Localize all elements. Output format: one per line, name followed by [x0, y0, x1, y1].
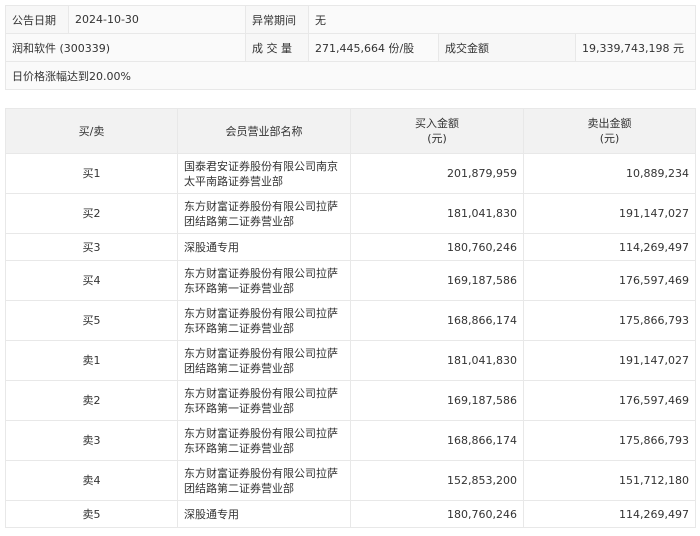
header-branch: 会员营业部名称 [177, 108, 351, 154]
amount-value: 19,339,743,198 元 [575, 33, 696, 62]
period-label: 异常期间 [245, 5, 309, 34]
row-buy-amount: 152,853,200 [350, 460, 524, 501]
row-buy-amount: 181,041,830 [350, 340, 524, 381]
period-value: 无 [308, 5, 696, 34]
row-buy-amount: 201,879,959 [350, 153, 524, 194]
row-sell-amount: 191,147,027 [523, 340, 696, 381]
row-sell-amount: 151,712,180 [523, 460, 696, 501]
row-side: 买4 [5, 260, 178, 301]
table-row: 买2 东方财富证券股份有限公司拉萨团结路第二证券营业部 181,041,830 191… [5, 193, 696, 234]
row-branch-name: 东方财富证券股份有限公司拉萨东环路第二证券营业部 [177, 420, 351, 461]
row-buy-amount: 180,760,246 [350, 500, 524, 528]
trading-table: 买/卖 会员营业部名称 买入金额 (元) 卖出金额 (元) 买1 国泰君安证券股份有限… [5, 108, 696, 528]
reason-text: 日价格涨幅达到20.00% [5, 61, 696, 90]
row-sell-amount: 176,597,469 [523, 380, 696, 421]
row-branch-name: 东方财富证券股份有限公司拉萨东环路第二证券营业部 [177, 300, 351, 341]
row-buy-amount: 169,187,586 [350, 260, 524, 301]
table-row: 卖2 东方财富证券股份有限公司拉萨东环路第一证券营业部 169,187,586 176… [5, 380, 696, 421]
stock-name: 润和软件 (300339) [5, 33, 246, 62]
table-row: 卖4 东方财富证券股份有限公司拉萨团结路第二证券营业部 152,853,200 151… [5, 460, 696, 501]
row-branch-name: 国泰君安证券股份有限公司南京太平南路证券营业部 [177, 153, 351, 194]
info-table: 公告日期 2024-10-30 异常期间 无 润和软件 (300339) 成 交… [5, 5, 696, 90]
row-buy-amount: 181,041,830 [350, 193, 524, 234]
row-branch-name: 东方财富证券股份有限公司拉萨团结路第二证券营业部 [177, 340, 351, 381]
row-side: 卖2 [5, 380, 178, 421]
row-sell-amount: 175,866,793 [523, 300, 696, 341]
row-side: 买5 [5, 300, 178, 341]
row-buy-amount: 168,866,174 [350, 300, 524, 341]
row-buy-amount: 168,866,174 [350, 420, 524, 461]
table-row: 买4 东方财富证券股份有限公司拉萨东环路第一证券营业部 169,187,586 176… [5, 260, 696, 301]
row-buy-amount: 180,760,246 [350, 233, 524, 261]
row-side: 卖3 [5, 420, 178, 461]
row-branch-name: 东方财富证券股份有限公司拉萨团结路第二证券营业部 [177, 193, 351, 234]
date-value: 2024-10-30 [68, 5, 246, 34]
row-sell-amount: 114,269,497 [523, 233, 696, 261]
header-line: (元) [599, 132, 620, 145]
header-sell: 卖出金额 (元) [523, 108, 696, 154]
row-branch-name: 深股通专用 [177, 500, 351, 528]
table-row: 卖1 东方财富证券股份有限公司拉萨团结路第二证券营业部 181,041,830 191… [5, 340, 696, 381]
volume-label: 成 交 量 [245, 33, 309, 62]
header-buy: 买入金额 (元) [350, 108, 524, 154]
header-line: 买入金额 [415, 117, 459, 130]
header-side: 买/卖 [5, 108, 178, 154]
row-side: 买2 [5, 193, 178, 234]
row-branch-name: 东方财富证券股份有限公司拉萨东环路第一证券营业部 [177, 380, 351, 421]
row-side: 卖1 [5, 340, 178, 381]
row-side: 卖5 [5, 500, 178, 528]
volume-value: 271,445,664 份/股 [308, 33, 439, 62]
table-row: 买3 深股通专用 180,760,246 114,269,497 [5, 233, 696, 261]
row-sell-amount: 176,597,469 [523, 260, 696, 301]
row-sell-amount: 175,866,793 [523, 420, 696, 461]
header-line: (元) [427, 132, 447, 145]
table-row: 卖5 深股通专用 180,760,246 114,269,497 [5, 500, 696, 528]
amount-label: 成交金额 [438, 33, 576, 62]
table-row: 买5 东方财富证券股份有限公司拉萨东环路第二证券营业部 168,866,174 175… [5, 300, 696, 341]
row-sell-amount: 191,147,027 [523, 193, 696, 234]
row-branch-name: 东方财富证券股份有限公司拉萨东环路第一证券营业部 [177, 260, 351, 301]
row-branch-name: 东方财富证券股份有限公司拉萨团结路第二证券营业部 [177, 460, 351, 501]
table-row: 买1 国泰君安证券股份有限公司南京太平南路证券营业部 201,879,959 10,8… [5, 153, 696, 194]
row-sell-amount: 114,269,497 [523, 500, 696, 528]
row-branch-name: 深股通专用 [177, 233, 351, 261]
table-row: 卖3 东方财富证券股份有限公司拉萨东环路第二证券营业部 168,866,174 175… [5, 420, 696, 461]
header-line: 卖出金额 [587, 117, 632, 130]
row-side: 卖4 [5, 460, 178, 501]
row-side: 买1 [5, 153, 178, 194]
row-buy-amount: 169,187,586 [350, 380, 524, 421]
date-label: 公告日期 [5, 5, 69, 34]
row-sell-amount: 10,889,234 [523, 153, 696, 194]
row-side: 买3 [5, 233, 178, 261]
